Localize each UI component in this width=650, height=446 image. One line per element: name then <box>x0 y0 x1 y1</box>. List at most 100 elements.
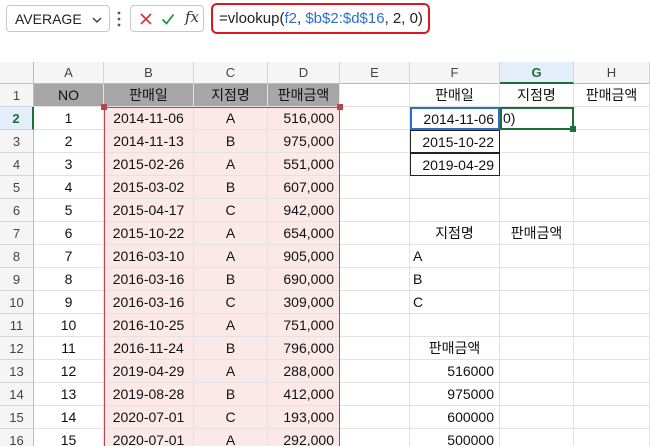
column-header-b[interactable]: B <box>104 62 194 84</box>
grid-cell[interactable] <box>500 383 574 406</box>
lookup-header-cell[interactable]: 지점명 <box>410 222 500 245</box>
table-cell[interactable]: A <box>194 314 268 337</box>
grid-cell[interactable] <box>340 291 410 314</box>
table-cell[interactable]: 2015-03-02 <box>104 176 194 199</box>
column-header-g[interactable]: G <box>500 62 574 84</box>
grid-cell[interactable] <box>500 429 574 446</box>
table-cell[interactable]: 975,000 <box>268 130 340 153</box>
grid-cell[interactable] <box>574 406 650 429</box>
grid-cell[interactable] <box>340 360 410 383</box>
row-header-3[interactable]: 3 <box>0 130 34 153</box>
row-header-11[interactable]: 11 <box>0 314 34 337</box>
grid-cell[interactable] <box>340 245 410 268</box>
grid-cell[interactable] <box>574 337 650 360</box>
amount-cell[interactable]: 516000 <box>410 360 500 383</box>
lookup-header-cell[interactable]: 판매일 <box>410 84 500 107</box>
row-header-13[interactable]: 13 <box>0 360 34 383</box>
grid-cell[interactable] <box>500 245 574 268</box>
cancel-icon[interactable] <box>139 12 153 26</box>
grid-cell[interactable] <box>574 291 650 314</box>
row-header-4[interactable]: 4 <box>0 153 34 176</box>
grid-cell[interactable] <box>500 291 574 314</box>
table-header-cell[interactable]: 판매일 <box>104 84 194 107</box>
branch-cell[interactable]: A <box>410 245 500 268</box>
table-cell[interactable]: 14 <box>34 406 104 429</box>
amount-cell[interactable]: 975000 <box>410 383 500 406</box>
lookup-date-cell[interactable]: 2014-11-06 <box>410 107 500 130</box>
table-cell[interactable]: 654,000 <box>268 222 340 245</box>
table-cell[interactable]: 516,000 <box>268 107 340 130</box>
table-cell[interactable]: 7 <box>34 245 104 268</box>
grid-cell[interactable] <box>500 199 574 222</box>
grid-cell[interactable] <box>500 268 574 291</box>
grid-cell[interactable] <box>574 153 650 176</box>
grid-cell[interactable] <box>340 314 410 337</box>
branch-cell[interactable]: C <box>410 291 500 314</box>
column-header-f[interactable]: F <box>410 62 500 84</box>
table-cell[interactable]: 2016-03-16 <box>104 268 194 291</box>
grid-cell[interactable] <box>410 314 500 337</box>
table-cell[interactable]: C <box>194 406 268 429</box>
grid-cell[interactable] <box>340 406 410 429</box>
table-cell[interactable]: A <box>194 429 268 446</box>
table-cell[interactable]: 2019-08-28 <box>104 383 194 406</box>
grid-cell[interactable] <box>340 337 410 360</box>
grid-cell[interactable] <box>410 199 500 222</box>
row-header-14[interactable]: 14 <box>0 383 34 406</box>
table-cell[interactable]: 2015-02-26 <box>104 153 194 176</box>
column-header-a[interactable]: A <box>34 62 104 84</box>
table-cell[interactable]: 3 <box>34 153 104 176</box>
grid-cell[interactable] <box>340 130 410 153</box>
row-header-1[interactable]: 1 <box>0 84 34 107</box>
table-cell[interactable]: 412,000 <box>268 383 340 406</box>
insert-function-icon[interactable]: fx <box>185 8 199 26</box>
column-header-e[interactable]: E <box>340 62 410 84</box>
amount-cell[interactable]: 500000 <box>410 429 500 446</box>
table-cell[interactable]: 193,000 <box>268 406 340 429</box>
row-header-2[interactable]: 2 <box>0 107 34 130</box>
grid-cell[interactable] <box>340 107 410 130</box>
table-cell[interactable]: 2014-11-06 <box>104 107 194 130</box>
table-cell[interactable]: B <box>194 176 268 199</box>
table-cell[interactable]: 9 <box>34 291 104 314</box>
table-cell[interactable]: 751,000 <box>268 314 340 337</box>
table-cell[interactable]: 292,000 <box>268 429 340 446</box>
amount-cell[interactable]: 600000 <box>410 406 500 429</box>
table-cell[interactable]: 905,000 <box>268 245 340 268</box>
more-options-icon[interactable] <box>116 10 122 28</box>
grid-cell[interactable] <box>574 360 650 383</box>
table-cell[interactable]: 12 <box>34 360 104 383</box>
editing-cell-g2[interactable]: 0) <box>500 107 574 130</box>
grid-cell[interactable] <box>574 314 650 337</box>
row-header-15[interactable]: 15 <box>0 406 34 429</box>
table-header-cell[interactable]: NO <box>34 84 104 107</box>
table-cell[interactable]: 10 <box>34 314 104 337</box>
table-header-cell[interactable]: 지점명 <box>194 84 268 107</box>
fill-handle[interactable] <box>570 126 576 132</box>
grid-cell[interactable] <box>340 84 410 107</box>
table-header-cell[interactable]: 판매금액 <box>268 84 340 107</box>
table-cell[interactable]: 2016-03-10 <box>104 245 194 268</box>
lookup-header-cell[interactable]: 판매금액 <box>500 222 574 245</box>
table-cell[interactable]: A <box>194 360 268 383</box>
row-header-8[interactable]: 8 <box>0 245 34 268</box>
grid-cell[interactable] <box>500 337 574 360</box>
table-cell[interactable]: 5 <box>34 199 104 222</box>
grid-cell[interactable] <box>574 383 650 406</box>
table-cell[interactable]: C <box>194 199 268 222</box>
table-cell[interactable]: 8 <box>34 268 104 291</box>
grid-cell[interactable] <box>500 360 574 383</box>
table-cell[interactable]: B <box>194 383 268 406</box>
row-header-10[interactable]: 10 <box>0 291 34 314</box>
table-cell[interactable]: 1 <box>34 107 104 130</box>
grid-cell[interactable] <box>340 199 410 222</box>
chevron-down-icon[interactable] <box>91 14 103 26</box>
table-cell[interactable]: 551,000 <box>268 153 340 176</box>
grid-cell[interactable] <box>340 176 410 199</box>
table-cell[interactable]: 6 <box>34 222 104 245</box>
grid-cell[interactable] <box>500 176 574 199</box>
grid-cell[interactable] <box>574 176 650 199</box>
table-cell[interactable]: 796,000 <box>268 337 340 360</box>
row-header-16[interactable]: 16 <box>0 429 34 446</box>
column-header-h[interactable]: H <box>574 62 650 84</box>
